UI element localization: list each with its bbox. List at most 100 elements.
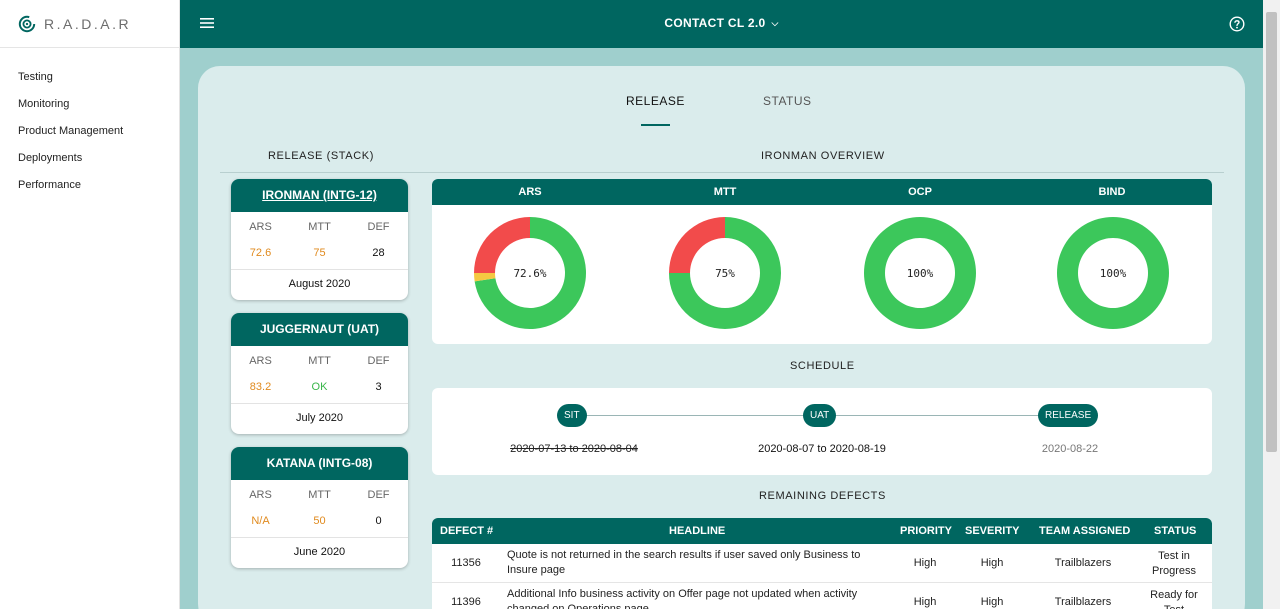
donut-center-label: 100% bbox=[907, 267, 934, 280]
sidebar-item-testing[interactable]: Testing bbox=[0, 64, 179, 91]
defect-number: 11396 bbox=[451, 596, 481, 608]
tab-status[interactable]: STATUS bbox=[763, 94, 812, 108]
defect-team: Trailblazers bbox=[1054, 596, 1112, 608]
release-card-date: July 2020 bbox=[231, 403, 408, 434]
defect-status: Test in Progress bbox=[1151, 550, 1197, 577]
def-value: 3 bbox=[375, 381, 382, 393]
mtt-value: OK bbox=[311, 381, 328, 393]
col-mtt: MTT bbox=[308, 221, 331, 233]
overview-title: IRONMAN OVERVIEW bbox=[761, 150, 885, 162]
release-stack-title: RELEASE (STACK) bbox=[268, 150, 374, 162]
release-card-title: JUGGERNAUT (UAT) bbox=[231, 313, 408, 346]
scrollbar-thumb[interactable] bbox=[1266, 12, 1277, 452]
defects-title: REMAINING DEFECTS bbox=[759, 490, 886, 502]
sidebar-nav: Testing Monitoring Product Management De… bbox=[0, 48, 179, 199]
col-mtt: MTT bbox=[308, 355, 331, 367]
release-date: 2020-08-22 bbox=[1041, 443, 1099, 455]
ars-donut-chart[interactable]: 72.6% bbox=[472, 215, 588, 331]
release-card-juggernaut[interactable]: JUGGERNAUT (UAT) ARS MTT DEF 83.2 OK 3 J… bbox=[231, 313, 408, 434]
ars-value: N/A bbox=[251, 515, 270, 527]
release-card-title[interactable]: IRONMAN (INTG-12) bbox=[231, 179, 408, 212]
release-card-values: 83.2 OK 3 bbox=[231, 381, 408, 393]
donut-segment-red bbox=[669, 217, 725, 273]
metric-label-ars: ARS bbox=[518, 186, 542, 198]
release-card-columns: ARS MTT DEF bbox=[231, 221, 408, 233]
defect-team: Trailblazers bbox=[1054, 557, 1112, 569]
release-card-title: KATANA (INTG-08) bbox=[231, 447, 408, 480]
milestone-sit[interactable]: SIT bbox=[557, 404, 587, 427]
page-scrollbar[interactable] bbox=[1263, 0, 1280, 609]
col-ars: ARS bbox=[249, 355, 272, 367]
donut-segment-red bbox=[474, 217, 530, 273]
defect-number: 11356 bbox=[451, 557, 481, 569]
metric-label-ocp: OCP bbox=[908, 186, 932, 198]
sidebar-item-deployments[interactable]: Deployments bbox=[0, 145, 179, 172]
help-icon[interactable] bbox=[1229, 16, 1245, 32]
def-value: 0 bbox=[375, 515, 382, 527]
defect-priority: High bbox=[913, 596, 937, 608]
defect-headline: Quote is not returned in the search resu… bbox=[507, 549, 861, 576]
defect-severity: High bbox=[980, 557, 1004, 569]
table-row[interactable]: 11396 Additional Info business activity … bbox=[432, 583, 1212, 609]
defects-table: DEFECT # HEADLINE PRIORITY SEVERITY TEAM… bbox=[432, 518, 1212, 609]
def-value: 28 bbox=[372, 247, 385, 259]
metric-label-bind: BIND bbox=[1098, 186, 1126, 198]
bind-donut-chart[interactable]: 100% bbox=[1055, 215, 1171, 331]
donut-center-label: 75% bbox=[715, 267, 735, 280]
milestone-uat[interactable]: UAT bbox=[803, 404, 837, 427]
chevron-down-icon: ⌵ bbox=[771, 18, 779, 28]
col-def: DEF bbox=[367, 221, 390, 233]
radar-icon bbox=[18, 15, 36, 32]
brand-logo[interactable]: R.A.D.A.R bbox=[0, 0, 179, 48]
col-severity[interactable]: SEVERITY bbox=[965, 525, 1019, 537]
col-team-assigned[interactable]: TEAM ASSIGNED bbox=[1039, 525, 1130, 537]
release-card-katana[interactable]: KATANA (INTG-08) ARS MTT DEF N/A 50 0 Ju… bbox=[231, 447, 408, 568]
col-def: DEF bbox=[367, 355, 390, 367]
schedule-timeline: SIT UAT RELEASE 2020-07-13 to 2020-08-04… bbox=[432, 388, 1212, 475]
ars-value: 83.2 bbox=[249, 381, 272, 393]
metric-label-mtt: MTT bbox=[713, 186, 737, 198]
view-tabs: RELEASE STATUS bbox=[198, 94, 1245, 124]
donut-center-label: 72.6% bbox=[513, 267, 546, 280]
release-card-ironman[interactable]: IRONMAN (INTG-12) ARS MTT DEF 72.6 75 28… bbox=[231, 179, 408, 300]
project-selector[interactable]: CONTACT CL 2.0 ⌵ bbox=[180, 16, 1263, 30]
mtt-value: 75 bbox=[313, 247, 326, 259]
ocp-donut-chart[interactable]: 100% bbox=[862, 215, 978, 331]
col-def: DEF bbox=[367, 489, 390, 501]
sit-date-range: 2020-07-13 to 2020-08-04 bbox=[510, 443, 638, 455]
defect-status: Ready for Test bbox=[1150, 589, 1198, 609]
release-card-date: August 2020 bbox=[231, 269, 408, 300]
milestone-release[interactable]: RELEASE bbox=[1038, 404, 1099, 427]
release-dashboard: RELEASE STATUS RELEASE (STACK) IRONMAN O… bbox=[198, 66, 1245, 609]
sidebar-item-monitoring[interactable]: Monitoring bbox=[0, 91, 179, 118]
donut-center-label: 100% bbox=[1100, 267, 1127, 280]
ars-value: 72.6 bbox=[249, 247, 272, 259]
section-divider bbox=[220, 172, 1224, 173]
table-row[interactable]: 11356 Quote is not returned in the searc… bbox=[432, 544, 1212, 583]
defect-headline: Additional Info business activity on Off… bbox=[507, 588, 858, 609]
active-tab-indicator bbox=[641, 124, 670, 126]
release-card-values: N/A 50 0 bbox=[231, 515, 408, 527]
col-defect-number[interactable]: DEFECT # bbox=[440, 525, 493, 537]
top-bar: CONTACT CL 2.0 ⌵ bbox=[180, 0, 1263, 48]
col-ars: ARS bbox=[249, 221, 272, 233]
release-card-columns: ARS MTT DEF bbox=[231, 355, 408, 367]
mtt-donut-chart[interactable]: 75% bbox=[667, 215, 783, 331]
table-header: DEFECT # HEADLINE PRIORITY SEVERITY TEAM… bbox=[432, 518, 1212, 544]
sidebar: R.A.D.A.R Testing Monitoring Product Man… bbox=[0, 0, 180, 609]
col-status[interactable]: STATUS bbox=[1154, 525, 1196, 537]
sidebar-item-performance[interactable]: Performance bbox=[0, 172, 179, 199]
col-priority[interactable]: PRIORITY bbox=[900, 525, 952, 537]
mtt-value: 50 bbox=[313, 515, 326, 527]
tab-release[interactable]: RELEASE bbox=[626, 94, 685, 108]
defect-priority: High bbox=[913, 557, 937, 569]
defect-severity: High bbox=[980, 596, 1004, 608]
overview-metrics-panel: ARS MTT OCP BIND 72.6% 75% 100% 100% bbox=[432, 179, 1212, 344]
col-headline[interactable]: HEADLINE bbox=[669, 525, 725, 537]
uat-date-range: 2020-08-07 to 2020-08-19 bbox=[758, 443, 886, 455]
overview-metrics-header: ARS MTT OCP BIND bbox=[432, 179, 1212, 205]
sidebar-item-product-management[interactable]: Product Management bbox=[0, 118, 179, 145]
release-card-values: 72.6 75 28 bbox=[231, 247, 408, 259]
brand-name: R.A.D.A.R bbox=[44, 15, 132, 32]
release-card-date: June 2020 bbox=[231, 537, 408, 568]
